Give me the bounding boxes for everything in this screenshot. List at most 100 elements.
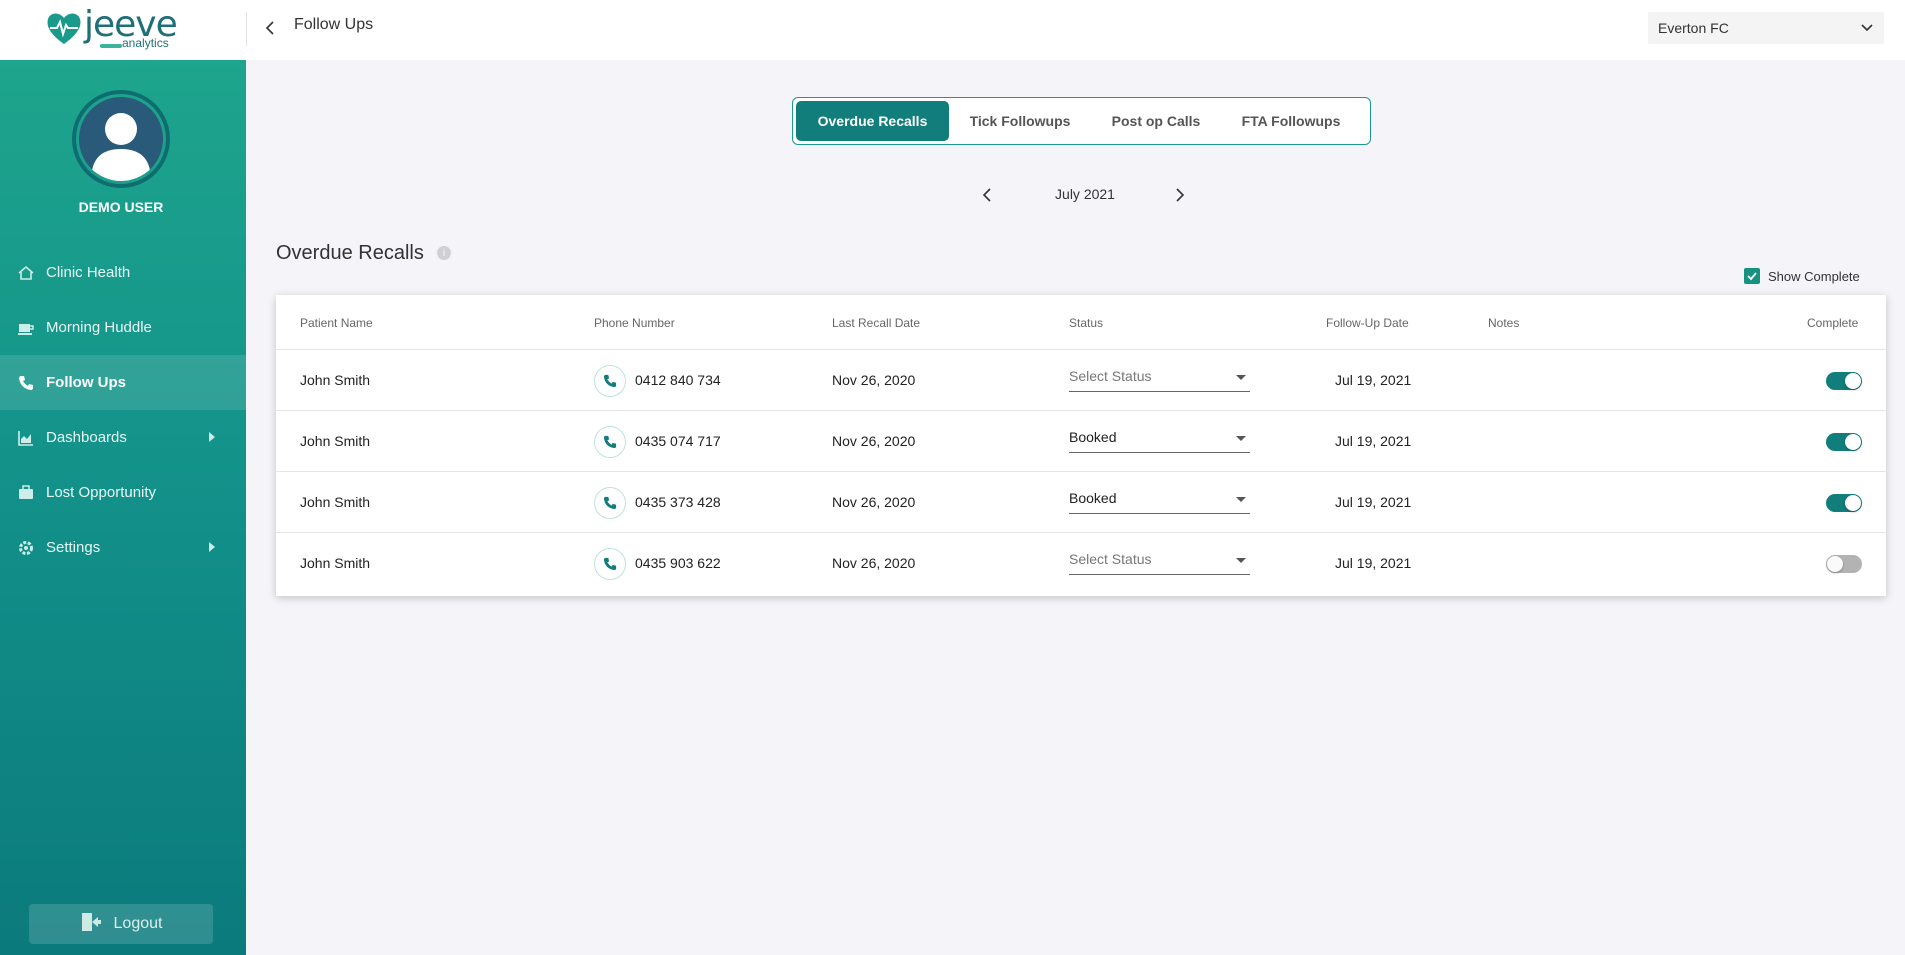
phone-icon: [603, 435, 617, 449]
next-month-button[interactable]: [1168, 183, 1192, 207]
avatar[interactable]: [79, 97, 163, 181]
phone-number: 0435 074 717: [635, 433, 721, 449]
sidebar-item-settings[interactable]: Settings: [0, 520, 246, 575]
show-complete-checkbox[interactable]: Show Complete: [1744, 268, 1860, 284]
clinic-select-value: Everton FC: [1658, 20, 1729, 36]
sidebar-item-clinic-health[interactable]: Clinic Health: [0, 245, 246, 300]
status-value: Booked: [1069, 429, 1117, 445]
tab-tick-followups[interactable]: Tick Followups: [949, 101, 1091, 141]
back-button[interactable]: [256, 14, 284, 42]
column-header: Phone Number: [594, 316, 675, 330]
follow-up-date: Jul 19, 2021: [1335, 433, 1412, 449]
coffee-icon: [16, 318, 36, 338]
complete-toggle[interactable]: [1826, 372, 1862, 390]
table-row: John Smith 0412 840 734 Nov 26, 2020 Sel…: [276, 350, 1886, 411]
last-recall-date: Nov 26, 2020: [832, 372, 916, 388]
logout-label: Logout: [113, 915, 163, 932]
logout-button[interactable]: Logout: [29, 904, 213, 944]
patient-name: John Smith: [300, 555, 371, 571]
caret-right-icon: [209, 542, 215, 552]
toggle-knob: [1827, 556, 1843, 572]
avatar-ring: [72, 90, 170, 188]
last-recall-date: Nov 26, 2020: [832, 555, 916, 571]
followup-tabs: Overdue Recalls Tick Followups Post op C…: [792, 97, 1371, 145]
call-button[interactable]: [594, 365, 626, 397]
phone-icon: [603, 557, 617, 571]
heart-logo-icon: [47, 13, 81, 44]
chevron-left-icon: [982, 188, 991, 202]
patient-name: John Smith: [300, 494, 371, 510]
home-icon: [16, 263, 36, 283]
column-header: Last Recall Date: [832, 316, 921, 330]
sidebar-item-dashboards[interactable]: Dashboards: [0, 410, 246, 465]
table-row: John Smith 0435 074 717 Nov 26, 2020 Boo…: [276, 411, 1886, 472]
sidebar-item-label: Clinic Health: [46, 264, 131, 281]
call-button[interactable]: [594, 426, 626, 458]
column-header: Status: [1069, 316, 1104, 330]
follow-up-date: Jul 19, 2021: [1335, 494, 1412, 510]
follow-up-date: Jul 19, 2021: [1335, 555, 1412, 571]
chart-icon: [16, 428, 36, 448]
phone-icon: [16, 373, 36, 393]
clinic-select[interactable]: Everton FC: [1648, 12, 1884, 44]
phone-icon: [603, 374, 617, 388]
follow-up-date: Jul 19, 2021: [1335, 372, 1412, 388]
tab-fta-followups[interactable]: FTA Followups: [1221, 101, 1361, 141]
sidebar-item-lost-opportunity[interactable]: Lost Opportunity: [0, 465, 246, 520]
call-button[interactable]: [594, 487, 626, 519]
sidebar-nav: Clinic Health Morning Huddle Follow Ups …: [0, 245, 246, 575]
sidebar: DEMO USER Clinic Health Morning Huddle F…: [0, 60, 246, 955]
info-icon[interactable]: i: [437, 246, 451, 260]
column-header: Patient Name: [300, 316, 373, 330]
sidebar-item-label: Lost Opportunity: [46, 484, 157, 501]
tab-overdue-recalls[interactable]: Overdue Recalls: [796, 101, 949, 141]
user-silhouette-icon: [91, 113, 151, 181]
month-navigator: July 2021: [975, 180, 1185, 210]
status-value: Booked: [1069, 490, 1117, 506]
caret-right-icon: [209, 432, 215, 442]
status-select[interactable]: Select Status: [1069, 364, 1250, 392]
phone-number: 0412 840 734: [635, 372, 721, 388]
call-button[interactable]: [594, 548, 626, 580]
sidebar-item-morning-huddle[interactable]: Morning Huddle: [0, 300, 246, 355]
complete-toggle[interactable]: [1826, 555, 1862, 573]
patient-name: John Smith: [300, 433, 371, 449]
status-select[interactable]: Booked: [1069, 486, 1250, 514]
last-recall-date: Nov 26, 2020: [832, 433, 916, 449]
table-row: John Smith 0435 373 428 Nov 26, 2020 Boo…: [276, 472, 1886, 533]
chevron-right-icon: [1176, 188, 1185, 202]
dropdown-arrow-icon: [1236, 436, 1246, 441]
sidebar-item-follow-ups[interactable]: Follow Ups: [0, 355, 246, 410]
current-month: July 2021: [1055, 186, 1115, 202]
checkbox-checked-icon: [1744, 268, 1760, 284]
gear-icon: [16, 538, 36, 558]
page-title: Follow Ups: [294, 16, 374, 33]
chevron-down-icon: [1861, 24, 1873, 32]
table-row: John Smith 0435 903 622 Nov 26, 2020 Sel…: [276, 533, 1886, 594]
prev-month-button[interactable]: [975, 183, 999, 207]
tab-post-op-calls[interactable]: Post op Calls: [1091, 101, 1221, 141]
status-select[interactable]: Booked: [1069, 425, 1250, 453]
complete-toggle[interactable]: [1826, 433, 1862, 451]
phone-number: 0435 373 428: [635, 494, 721, 510]
status-value: Select Status: [1069, 551, 1152, 567]
show-complete-label: Show Complete: [1768, 268, 1860, 284]
status-select[interactable]: Select Status: [1069, 547, 1250, 575]
jeeve-logo[interactable]: jeeve analytics: [44, 4, 184, 50]
toggle-knob: [1845, 434, 1861, 450]
section-title: Overdue Recalls: [276, 242, 424, 264]
status-value: Select Status: [1069, 368, 1152, 384]
toggle-knob: [1845, 495, 1861, 511]
dropdown-arrow-icon: [1236, 375, 1246, 380]
sidebar-item-label: Settings: [46, 539, 101, 556]
phone-number: 0435 903 622: [635, 555, 721, 571]
complete-toggle[interactable]: [1826, 494, 1862, 512]
dropdown-arrow-icon: [1236, 497, 1246, 502]
column-header: Follow-Up Date: [1326, 316, 1409, 330]
toggle-knob: [1845, 373, 1861, 389]
phone-icon: [603, 496, 617, 510]
last-recall-date: Nov 26, 2020: [832, 494, 916, 510]
top-bar: jeeve analytics Follow Ups Everton FC: [0, 0, 1905, 60]
sidebar-item-label: Follow Ups: [46, 374, 126, 391]
patient-name: John Smith: [300, 372, 371, 388]
